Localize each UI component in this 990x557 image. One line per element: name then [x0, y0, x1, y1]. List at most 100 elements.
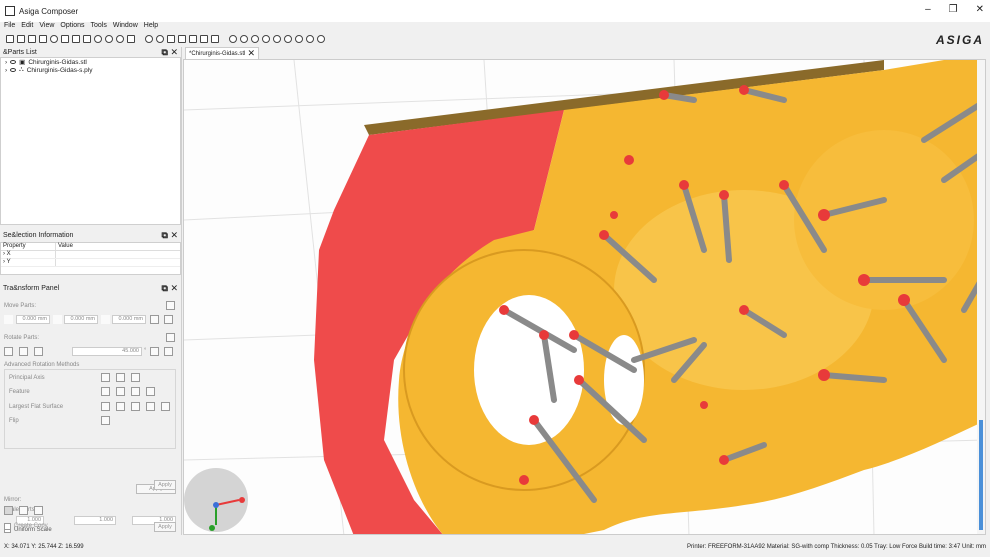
zoom-fit-icon[interactable]	[295, 35, 303, 43]
move-x-icon	[4, 315, 13, 324]
flat-2-icon[interactable]	[116, 402, 125, 411]
rotate-z-icon[interactable]	[34, 347, 43, 356]
feature-label: Feature	[9, 389, 30, 395]
measure-icon[interactable]	[211, 35, 219, 43]
paint-icon[interactable]	[178, 35, 186, 43]
menu-file[interactable]: File	[4, 22, 15, 32]
chevron-up-icon[interactable]	[164, 315, 173, 324]
expand-chevron-icon[interactable]: ›	[5, 59, 7, 66]
menu-window[interactable]: Window	[113, 22, 138, 32]
visibility-eye-icon[interactable]	[10, 68, 17, 72]
left-dock: &Parts List ⧉ ✕ › ▣ Chirurginis-Gidas.st…	[0, 47, 182, 535]
view-bottom-icon[interactable]	[284, 35, 292, 43]
3d-viewport[interactable]	[183, 59, 986, 535]
tab-model[interactable]: *Chirurginis-Gidas.stl ✕	[185, 47, 259, 59]
color-wheel-icon[interactable]	[105, 35, 113, 43]
create-copy-checkbox[interactable]	[4, 523, 11, 530]
apply-scale-button[interactable]: Apply	[154, 480, 176, 490]
principal-axis-x-icon[interactable]	[101, 373, 110, 382]
settings-gear-icon[interactable]	[94, 35, 102, 43]
move-down-icon[interactable]	[166, 301, 175, 310]
menu-options[interactable]: Options	[60, 22, 84, 32]
feature-1-icon[interactable]	[101, 387, 110, 396]
move-y-input[interactable]: 0.000 mm	[64, 315, 98, 324]
view-left-icon[interactable]	[251, 35, 259, 43]
close-tab-icon[interactable]: ✕	[247, 48, 255, 59]
viewport-scrollbar[interactable]	[977, 60, 985, 534]
mirror-label: Mirror:	[4, 497, 22, 503]
menu-view[interactable]: View	[39, 22, 54, 32]
delete-icon[interactable]	[167, 35, 175, 43]
panel-float-close-icon[interactable]: ⧉ ✕	[162, 283, 178, 294]
open-folder-icon[interactable]	[28, 35, 36, 43]
open-part-icon[interactable]	[17, 35, 25, 43]
move-x-input[interactable]: 0.000 mm	[16, 315, 50, 324]
panel-float-close-icon[interactable]: ⧉ ✕	[162, 47, 178, 58]
play-icon[interactable]	[116, 35, 124, 43]
apply-mirror-button[interactable]: Apply	[154, 522, 176, 532]
printer-info: Printer: FREEFORM-31AA92 Material: SG-wi…	[687, 544, 986, 550]
visibility-eye-icon[interactable]	[10, 60, 17, 64]
chevron-down-icon[interactable]	[150, 315, 159, 324]
rotate-parts-label: Rotate Parts:	[4, 335, 40, 341]
grid-icon[interactable]	[189, 35, 197, 43]
feature-4-icon[interactable]	[146, 387, 155, 396]
fit-icon[interactable]	[200, 35, 208, 43]
move-z-input[interactable]: 0.000 mm	[112, 315, 146, 324]
scale-y-input[interactable]: 1.000	[74, 516, 116, 525]
view-front-icon[interactable]	[229, 35, 237, 43]
layout-icon[interactable]	[61, 35, 69, 43]
flip-label: Flip	[9, 418, 19, 424]
expand-chevron-icon[interactable]: ›	[5, 67, 7, 74]
close-button[interactable]: ✕	[976, 4, 984, 15]
flat-5-icon[interactable]	[161, 402, 170, 411]
zoom-in-icon[interactable]	[306, 35, 314, 43]
flat-1-icon[interactable]	[101, 402, 110, 411]
save-icon[interactable]	[39, 35, 47, 43]
flat-4-icon[interactable]	[146, 402, 155, 411]
menu-tools[interactable]: Tools	[91, 22, 107, 32]
parts-list-title: &Parts List	[3, 48, 37, 56]
undo-icon[interactable]	[145, 35, 153, 43]
chevron-up-icon[interactable]	[164, 347, 173, 356]
principal-axis-z-icon[interactable]	[131, 373, 140, 382]
window-title: Asiga Composer	[19, 6, 79, 16]
axis-gizmo[interactable]	[184, 468, 248, 532]
feature-3-icon[interactable]	[131, 387, 140, 396]
mirror-z-icon[interactable]	[34, 506, 43, 515]
menu-edit[interactable]: Edit	[21, 22, 33, 32]
feature-2-icon[interactable]	[116, 387, 125, 396]
flip-icon[interactable]	[101, 416, 110, 425]
auto-support-icon[interactable]	[50, 35, 58, 43]
zoom-out-icon[interactable]	[317, 35, 325, 43]
minimize-button[interactable]: –	[925, 4, 931, 15]
view-right-icon[interactable]	[262, 35, 270, 43]
chevron-down-icon[interactable]	[150, 347, 159, 356]
asiga-logo: ASIGA	[935, 33, 984, 47]
principal-axis-y-icon[interactable]	[116, 373, 125, 382]
model-render[interactable]	[184, 60, 986, 535]
largest-flat-surface-label: Largest Flat Surface	[9, 404, 64, 410]
view-back-icon[interactable]	[240, 35, 248, 43]
rotate-y-icon[interactable]	[19, 347, 28, 356]
scrollbar-thumb[interactable]	[979, 420, 983, 530]
list-item[interactable]: › ▣ Chirurginis-Gidas.stl	[1, 58, 180, 67]
rotate-x-icon[interactable]	[4, 347, 13, 356]
maximize-button[interactable]: ❐	[949, 4, 958, 15]
panel-float-close-icon[interactable]: ⧉ ✕	[162, 230, 178, 241]
rotate-angle-input[interactable]: 45.000	[72, 347, 142, 356]
table-row[interactable]: › X	[1, 251, 180, 259]
build-icon[interactable]	[127, 35, 135, 43]
support-icon[interactable]	[72, 35, 80, 43]
new-file-icon[interactable]	[6, 35, 14, 43]
menu-help[interactable]: Help	[144, 22, 158, 32]
redo-icon[interactable]	[156, 35, 164, 43]
slice-icon[interactable]	[83, 35, 91, 43]
mirror-y-icon[interactable]	[19, 506, 28, 515]
view-top-icon[interactable]	[273, 35, 281, 43]
table-row[interactable]: › Y	[1, 259, 180, 267]
flat-3-icon[interactable]	[131, 402, 140, 411]
mirror-x-icon[interactable]	[4, 506, 13, 515]
list-item[interactable]: › ⛬ Chirurginis-Gidas-s.ply	[1, 66, 180, 74]
rotate-reset-icon[interactable]	[166, 333, 175, 342]
